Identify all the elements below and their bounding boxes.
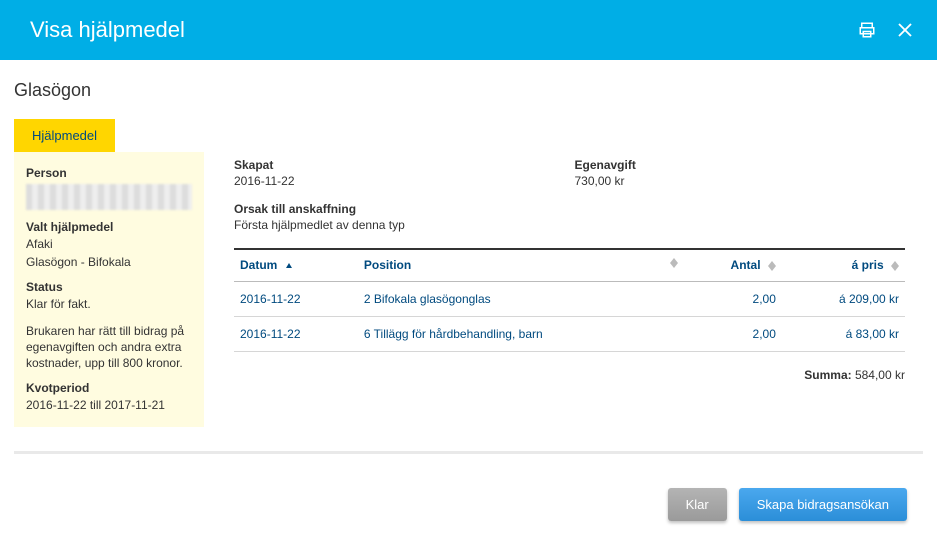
- cell-position: 2 Bifokala glasögonglas: [358, 281, 684, 316]
- sort-icon: [768, 261, 776, 271]
- cell-qty: 2,00: [684, 281, 782, 316]
- status-label: Status: [26, 280, 192, 294]
- side-note: Brukaren har rätt till bidrag på egenavg…: [26, 323, 192, 372]
- valt-value-1: Afaki: [26, 236, 192, 252]
- footer-actions: Klar Skapa bidragsansökan: [0, 464, 937, 539]
- fee-label: Egenavgift: [575, 158, 636, 172]
- cell-date: 2016-11-22: [234, 281, 358, 316]
- main-panel: Skapat 2016-11-22 Egenavgift 730,00 kr O…: [204, 152, 923, 427]
- col-position[interactable]: Position: [358, 249, 684, 281]
- page-title: Glasögon: [14, 80, 923, 101]
- person-label: Person: [26, 166, 192, 180]
- summary-label: Summa:: [804, 368, 851, 382]
- titlebar: Visa hjälpmedel: [0, 0, 937, 60]
- klar-button[interactable]: Klar: [668, 488, 727, 521]
- cell-price: á 209,00 kr: [782, 281, 905, 316]
- col-qty[interactable]: Antal: [684, 249, 782, 281]
- cell-date: 2016-11-22: [234, 316, 358, 351]
- col-date[interactable]: Datum: [234, 249, 358, 281]
- person-value-redacted: [26, 184, 192, 210]
- summary-line: Summa: 584,00 kr: [234, 368, 905, 382]
- cell-position: 6 Tillägg för hårdbehandling, barn: [358, 316, 684, 351]
- valt-value-2: Glasögon - Bifokala: [26, 254, 192, 270]
- table-row[interactable]: 2016-11-22 2 Bifokala glasögonglas 2,00 …: [234, 281, 905, 316]
- sort-icon: [670, 258, 678, 268]
- items-table: Datum Position: [234, 248, 905, 352]
- content-area: Glasögon Hjälpmedel Person Valt hjälpmed…: [0, 60, 937, 464]
- sort-icon: [891, 261, 899, 271]
- fee-value: 730,00 kr: [575, 174, 636, 188]
- created-value: 2016-11-22: [234, 174, 295, 188]
- col-price[interactable]: á pris: [782, 249, 905, 281]
- table-row[interactable]: 2016-11-22 6 Tillägg för hårdbehandling,…: [234, 316, 905, 351]
- side-panel: Person Valt hjälpmedel Afaki Glasögon - …: [14, 152, 204, 427]
- cell-qty: 2,00: [684, 316, 782, 351]
- tab-row: Hjälpmedel: [14, 119, 923, 152]
- created-label: Skapat: [234, 158, 295, 172]
- summary-value: 584,00 kr: [855, 368, 905, 382]
- kvot-value: 2016-11-22 till 2017-11-21: [26, 397, 192, 413]
- reason-label: Orsak till anskaffning: [234, 202, 905, 216]
- print-icon[interactable]: [855, 18, 879, 42]
- cell-price: á 83,00 kr: [782, 316, 905, 351]
- window-title: Visa hjälpmedel: [30, 17, 841, 43]
- sort-asc-icon: [285, 259, 293, 273]
- status-value: Klar för fakt.: [26, 296, 192, 312]
- close-icon[interactable]: [893, 18, 917, 42]
- tab-hjalpmedel[interactable]: Hjälpmedel: [14, 119, 115, 152]
- reason-value: Första hjälpmedlet av denna typ: [234, 218, 905, 232]
- kvot-label: Kvotperiod: [26, 381, 192, 395]
- create-application-button[interactable]: Skapa bidragsansökan: [739, 488, 907, 521]
- valt-label: Valt hjälpmedel: [26, 220, 192, 234]
